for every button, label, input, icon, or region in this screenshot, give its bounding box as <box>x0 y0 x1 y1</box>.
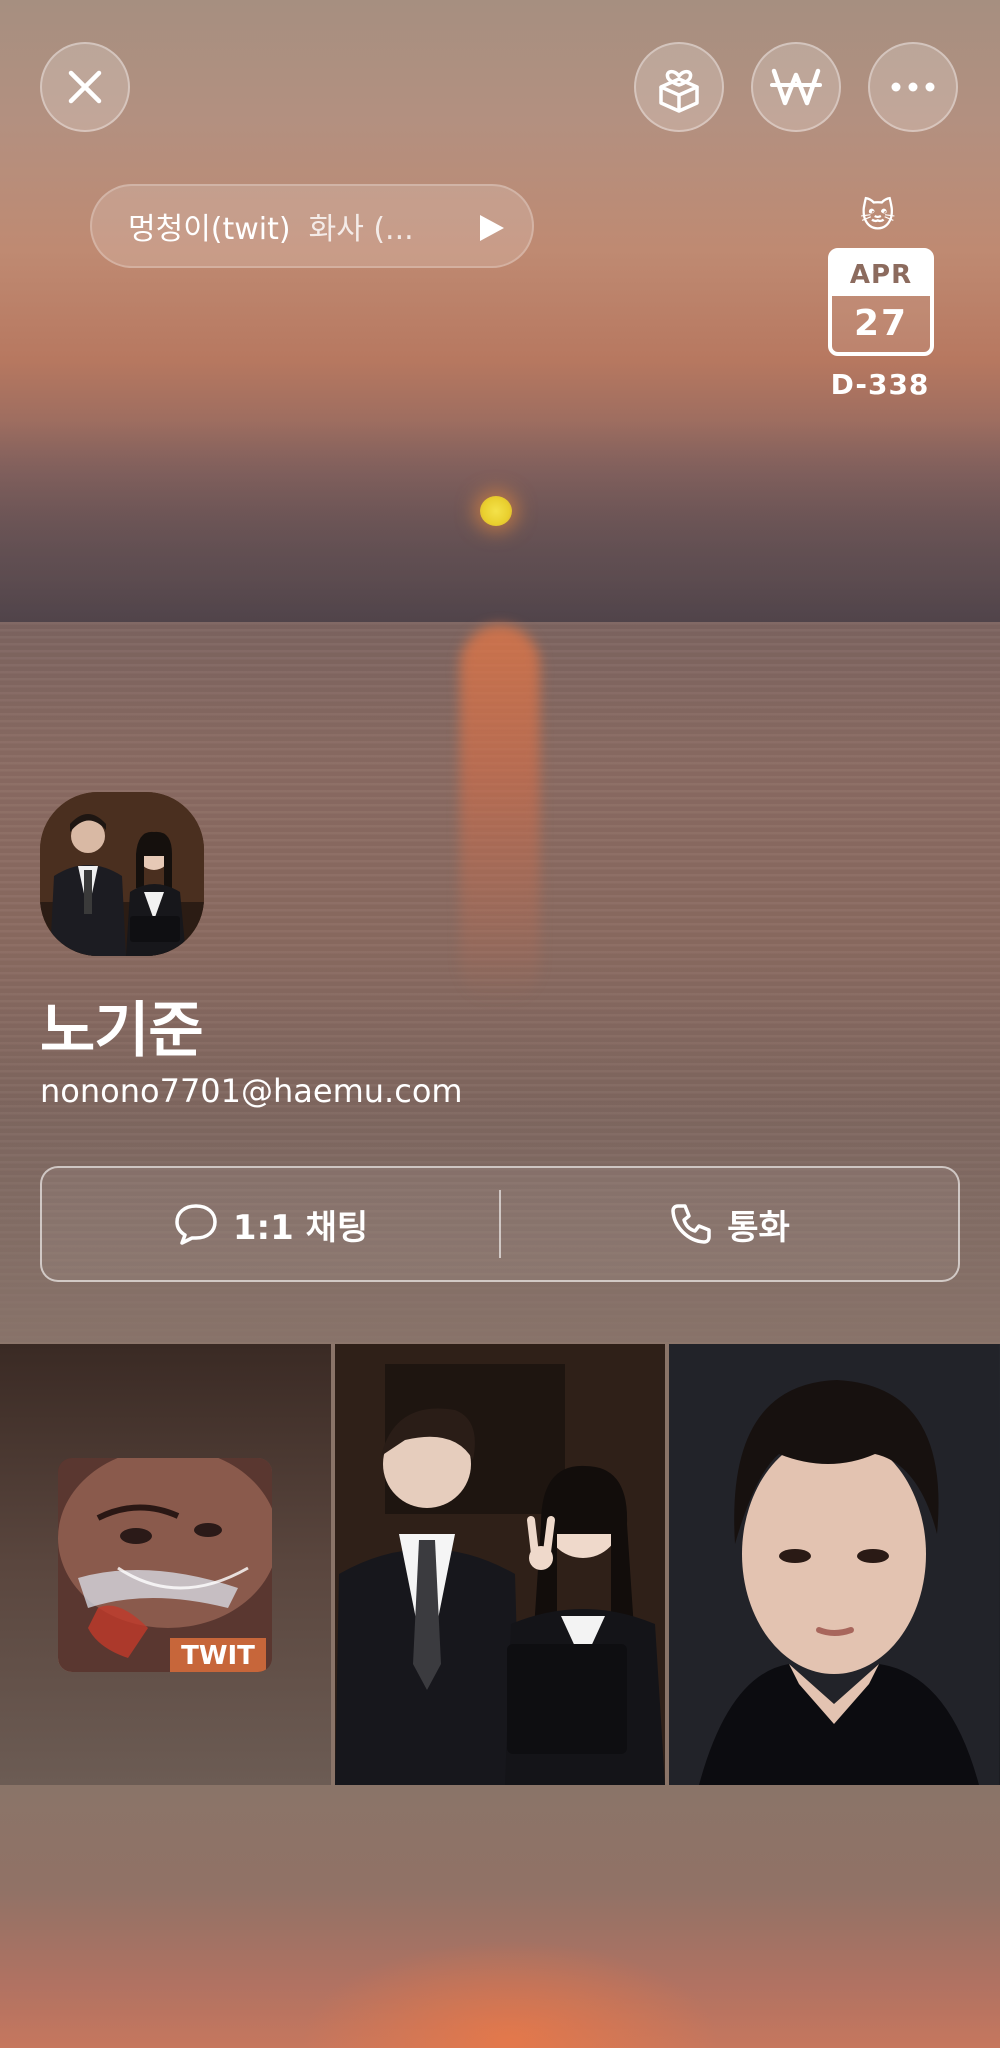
profile-email: nonono7701@haemu.com <box>40 1072 463 1110</box>
call-button-label: 통화 <box>727 1207 790 1248</box>
dday-count: D-338 <box>830 368 930 401</box>
chat-bubble-icon <box>175 1204 217 1245</box>
close-button[interactable] <box>40 42 130 132</box>
photo-tile[interactable] <box>334 1344 666 1785</box>
payment-button[interactable] <box>751 42 841 132</box>
more-horizontal-icon <box>891 82 935 92</box>
dday-widget[interactable]: 🐱 APR 27 D-338 <box>824 196 936 406</box>
more-button[interactable] <box>868 42 958 132</box>
gift-box-heart-icon <box>659 69 699 113</box>
photo-tile[interactable]: TWIT <box>0 1344 331 1785</box>
close-icon <box>68 70 102 104</box>
chat-button[interactable]: 1:1 채팅 <box>42 1168 499 1280</box>
gift-button[interactable] <box>634 42 724 132</box>
call-button[interactable]: 통화 <box>501 1168 958 1280</box>
album-cover[interactable]: TWIT <box>58 1458 272 1672</box>
sun <box>480 496 512 526</box>
cat-sticker: 🐱 <box>860 196 896 236</box>
music-song-title: 멍청이(twit) <box>128 212 291 247</box>
profile-music-player[interactable]: 멍청이(twit) 화사 (... <box>90 184 534 268</box>
album-label: TWIT <box>170 1638 266 1672</box>
music-artist: 화사 (... <box>308 212 414 247</box>
avatar-photo <box>40 792 204 956</box>
won-sign-icon <box>770 68 822 106</box>
dday-month: APR <box>832 252 930 296</box>
chat-button-label: 1:1 채팅 <box>232 1207 369 1248</box>
calendar-icon: APR 27 <box>828 248 934 356</box>
photo-tile[interactable] <box>669 1344 1000 1785</box>
sun-reflection <box>460 625 540 1005</box>
bottom-glow <box>300 1940 720 2048</box>
photo-couple <box>334 1344 665 1785</box>
profile-name: 노기준 <box>40 996 204 1066</box>
phone-icon <box>671 1204 711 1244</box>
horizon-haze <box>0 420 1000 640</box>
profile-photo-grid: TWIT <box>0 1344 1000 1785</box>
photo-portrait <box>669 1344 1000 1785</box>
profile-actions: 1:1 채팅 통화 <box>40 1166 960 1282</box>
dday-day: 27 <box>853 303 909 344</box>
play-icon[interactable] <box>470 208 510 248</box>
avatar[interactable] <box>40 792 204 956</box>
